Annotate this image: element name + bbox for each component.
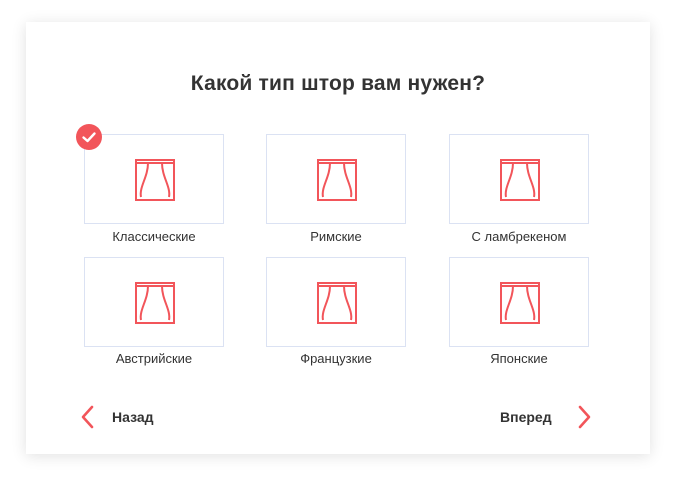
curtain-icon [317,159,357,201]
next-button[interactable]: Вперед [496,402,596,432]
option-label-austrian: Австрийские [115,351,193,366]
back-button[interactable]: Назад [76,402,186,432]
chevron-left-icon [81,405,94,429]
curtain-icon [500,159,540,201]
option-tile-classic[interactable] [84,134,224,224]
curtain-icon [317,282,357,324]
option-label-roman: Римские [310,229,362,244]
chevron-right-icon [578,405,591,429]
option-tile-japanese[interactable] [449,257,589,347]
option-tile-austrian[interactable] [84,257,224,347]
curtain-icon [135,282,175,324]
quiz-card: Какой тип штор вам нужен? Классические Р… [26,22,650,454]
curtain-icon [500,282,540,324]
option-label-classic: Классические [112,229,196,244]
question-title: Какой тип штор вам нужен? [190,72,486,95]
option-label-japanese: Японские [490,351,548,366]
option-label-lambrequin: С ламбрекеном [471,229,567,244]
option-label-french: Французкие [300,351,372,366]
curtain-icon [135,159,175,201]
option-tile-lambrequin[interactable] [449,134,589,224]
next-label: Вперед [500,409,552,425]
checkmark-icon [82,132,96,143]
option-tile-roman[interactable] [266,134,406,224]
back-label: Назад [112,409,154,425]
option-tile-french[interactable] [266,257,406,347]
selected-check-badge [76,124,102,150]
